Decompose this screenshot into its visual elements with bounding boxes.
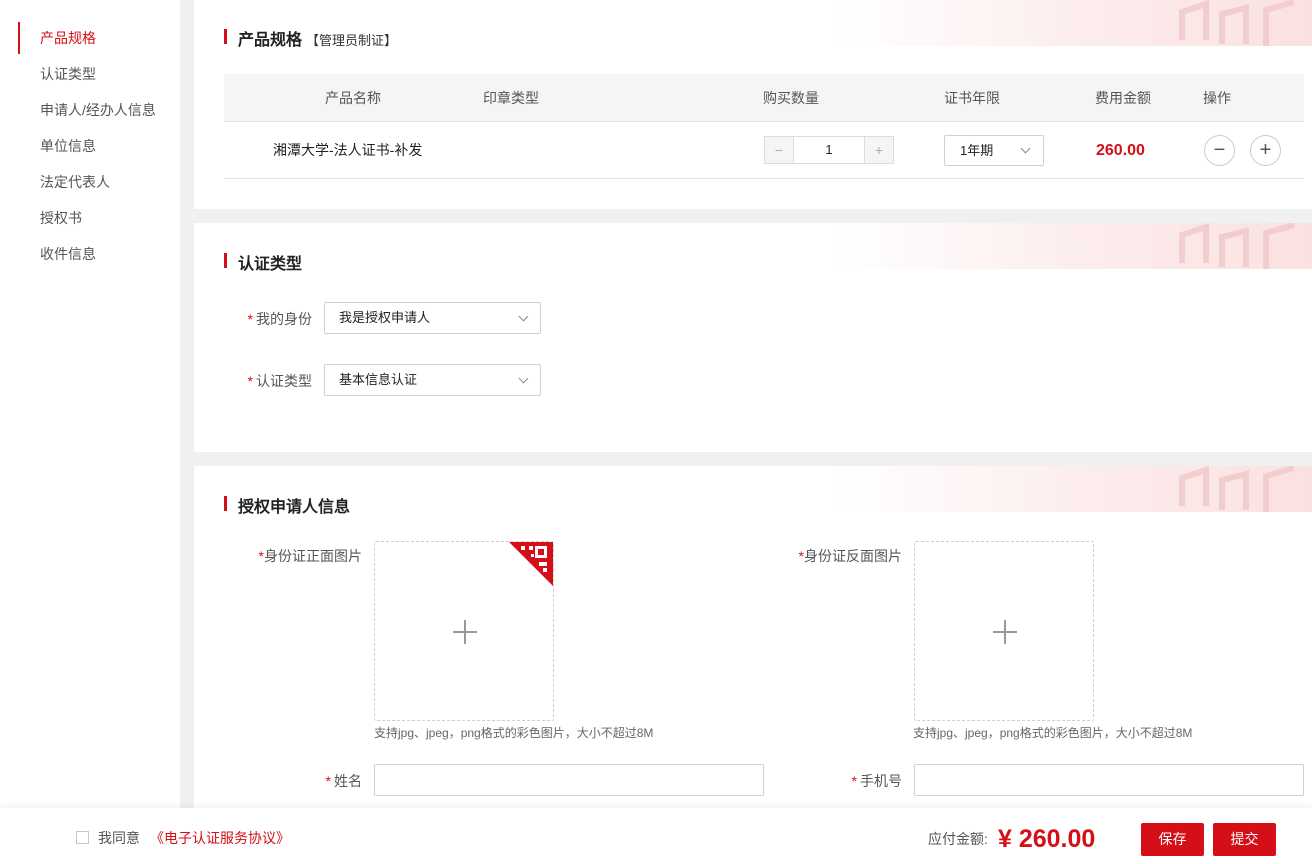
cert-years-select[interactable]: 1年期 — [944, 135, 1044, 166]
chevron-down-icon — [518, 311, 529, 322]
chevron-down-icon — [1020, 143, 1031, 154]
quantity-increase-button[interactable]: + — [865, 137, 893, 163]
sidebar-item-authorization[interactable]: 授权书 — [0, 200, 180, 236]
cert-years-value: 1年期 — [960, 143, 994, 158]
section-title: 产品规格 【管理员制证】 — [224, 26, 397, 50]
name-label: * 姓名 — [325, 773, 362, 789]
section-subtitle: 【管理员制证】 — [306, 33, 398, 48]
col-product-name: 产品名称 — [325, 90, 381, 106]
auth-type-value: 基本信息认证 — [339, 372, 418, 387]
table-header: 产品名称 印章类型 购买数量 证书年限 费用金额 操作 — [224, 74, 1304, 122]
identity-label: * 我的身份 — [247, 311, 312, 327]
sidebar-item-product-spec[interactable]: 产品规格 — [0, 20, 180, 56]
sidebar-item-org-info[interactable]: 单位信息 — [0, 128, 180, 164]
auth-type-select[interactable]: 基本信息认证 — [324, 364, 541, 396]
section-title: 认证类型 — [224, 250, 302, 274]
submit-button[interactable]: 提交 — [1213, 823, 1276, 856]
sidebar-item-legal-rep[interactable]: 法定代表人 — [0, 164, 180, 200]
plus-icon — [993, 620, 1017, 644]
quantity-stepper[interactable]: − 1 + — [764, 136, 894, 164]
save-button[interactable]: 保存 — [1141, 823, 1204, 856]
plus-icon — [453, 620, 477, 644]
quantity-decrease-button[interactable]: − — [765, 137, 793, 163]
agreement-link[interactable]: 《电子认证服务协议》 — [150, 808, 290, 864]
header-decoration — [832, 0, 1312, 46]
product-spec-card: 产品规格 【管理员制证】 产品名称 印章类型 购买数量 证书年限 费用金额 操作 … — [194, 0, 1312, 209]
sidebar-item-applicant-info[interactable]: 申请人/经办人信息 — [0, 92, 180, 128]
auth-type-card: 认证类型 * 我的身份 我是授权申请人 * 认证类型 基本信息认证 — [194, 223, 1312, 452]
id-back-hint: 支持jpg、jpeg，png格式的彩色图片，大小不超过8M — [913, 726, 1193, 740]
auth-type-label: * 认证类型 — [247, 373, 312, 389]
applicant-info-card: 授权申请人信息 *身份证正面图片 支持jpg、jpeg，png格式的彩色图片，大… — [194, 466, 1312, 808]
sidebar-item-shipping-info[interactable]: 收件信息 — [0, 236, 180, 272]
id-back-upload[interactable] — [914, 541, 1094, 721]
phone-input[interactable] — [914, 764, 1304, 796]
header-decoration — [832, 466, 1312, 512]
col-quantity: 购买数量 — [763, 90, 819, 106]
footer-bar: 我同意 《电子认证服务协议》 应付金额: ¥ 260.00 保存 提交 — [0, 808, 1312, 864]
add-row-button[interactable]: + — [1250, 135, 1281, 166]
col-actions: 操作 — [1203, 90, 1231, 106]
section-title: 授权申请人信息 — [224, 493, 350, 517]
identity-select[interactable]: 我是授权申请人 — [324, 302, 541, 334]
id-front-upload[interactable] — [374, 541, 554, 721]
id-front-hint: 支持jpg、jpeg，png格式的彩色图片，大小不超过8M — [374, 726, 654, 740]
id-front-label: *身份证正面图片 — [258, 548, 362, 564]
qr-code-icon[interactable] — [509, 542, 553, 586]
col-seal-type: 印章类型 — [483, 90, 539, 106]
sidebar-nav: 产品规格 认证类型 申请人/经办人信息 单位信息 法定代表人 授权书 收件信息 — [0, 0, 180, 808]
phone-label: * 手机号 — [851, 773, 902, 789]
name-input[interactable] — [374, 764, 764, 796]
id-back-label: *身份证反面图片 — [798, 548, 902, 564]
row-amount: 260.00 — [1096, 142, 1145, 159]
identity-value: 我是授权申请人 — [339, 310, 431, 325]
agree-checkbox[interactable] — [76, 831, 89, 844]
sidebar-item-auth-type[interactable]: 认证类型 — [0, 56, 180, 92]
chevron-down-icon — [518, 373, 529, 384]
header-decoration — [832, 223, 1312, 269]
col-amount: 费用金额 — [1095, 90, 1151, 106]
table-row: 湘潭大学-法人证书-补发 − 1 + 1年期 260.00 − + — [224, 122, 1304, 179]
product-name: 湘潭大学-法人证书-补发 — [273, 142, 423, 158]
pay-amount: ¥ 260.00 — [998, 825, 1096, 853]
agree-text: 我同意 — [98, 830, 140, 846]
pay-label: 应付金额: — [928, 831, 988, 847]
remove-row-button[interactable]: − — [1204, 135, 1235, 166]
col-cert-years: 证书年限 — [944, 90, 1000, 106]
quantity-input[interactable]: 1 — [793, 137, 865, 163]
